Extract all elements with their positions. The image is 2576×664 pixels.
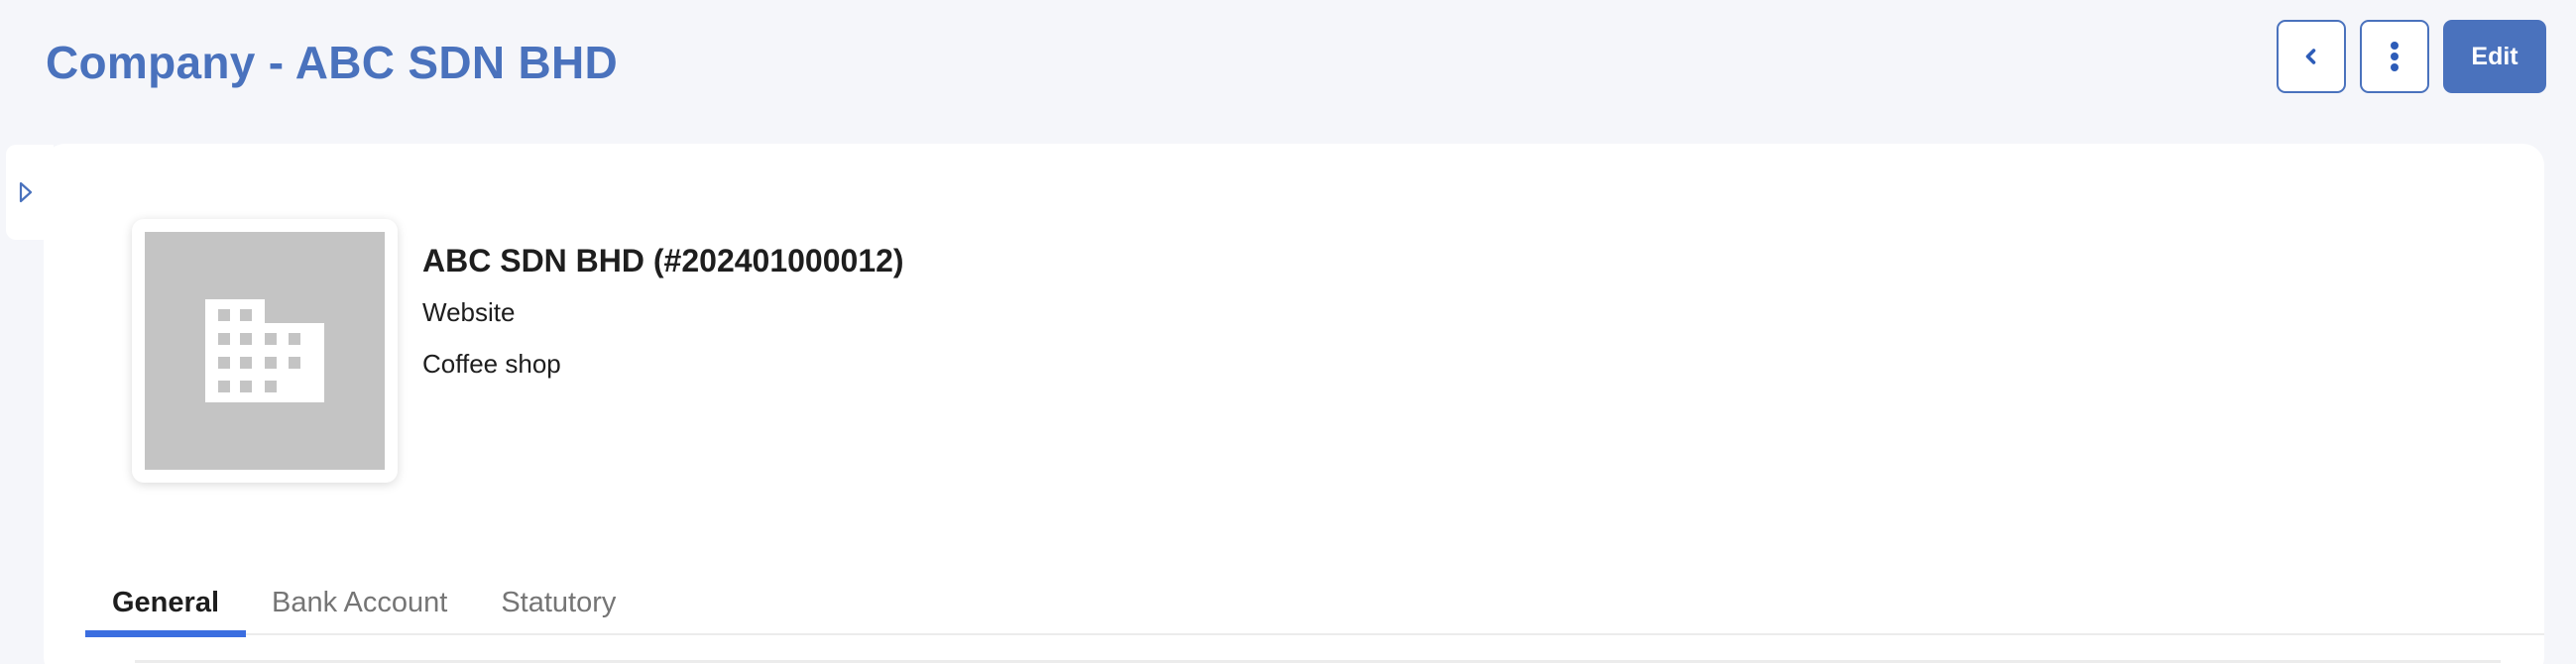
header-actions: Edit	[2277, 20, 2546, 93]
content-divider	[135, 660, 2501, 663]
tab-general[interactable]: General	[85, 570, 246, 637]
company-detail-card: ABC SDN BHD (#202401000012) Website Coff…	[44, 144, 2544, 664]
chevron-left-icon	[2305, 49, 2316, 64]
more-vertical-icon	[2391, 42, 2399, 71]
company-logo	[145, 232, 385, 470]
back-button[interactable]	[2277, 20, 2346, 93]
tab-bar: General Bank Account Statutory	[85, 570, 2544, 637]
edit-button[interactable]: Edit	[2443, 20, 2546, 93]
more-options-button[interactable]	[2360, 20, 2429, 93]
triangle-right-icon	[19, 181, 33, 203]
building-icon	[205, 299, 324, 402]
page-title: Company - ABC SDN BHD	[46, 37, 619, 88]
tab-statutory[interactable]: Statutory	[474, 570, 643, 635]
company-website: Website	[422, 297, 516, 327]
company-description: Coffee shop	[422, 349, 561, 379]
company-name: ABC SDN BHD (#202401000012)	[422, 243, 904, 278]
tab-bank-account[interactable]: Bank Account	[246, 570, 474, 635]
company-logo-frame	[132, 219, 398, 483]
